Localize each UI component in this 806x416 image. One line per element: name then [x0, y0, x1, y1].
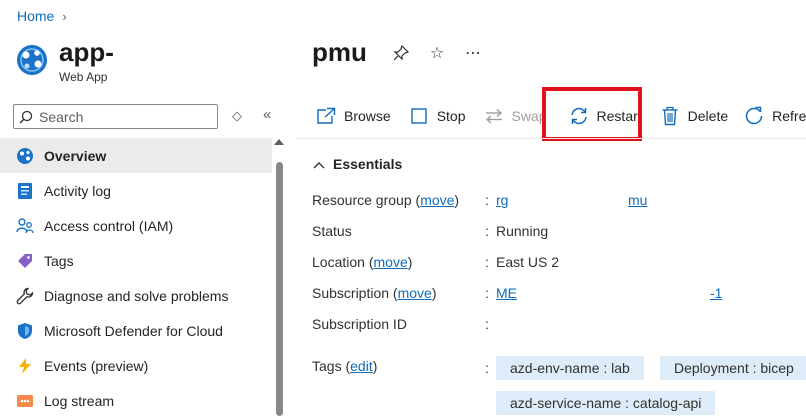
search-input[interactable]	[39, 108, 209, 125]
page-title: pmu	[312, 37, 367, 67]
colon: :	[485, 316, 489, 332]
sidebar-item-overview[interactable]: Overview	[0, 138, 272, 173]
refresh-label: Refresh	[772, 108, 806, 124]
web-app-icon	[16, 147, 34, 165]
edit-link[interactable]: edit	[350, 358, 373, 374]
subscription-link[interactable]: ME	[496, 285, 517, 301]
breadcrumb-home[interactable]: Home	[17, 8, 54, 24]
breadcrumb: Home ›	[17, 8, 67, 24]
tag-chip[interactable]: Deployment : bicep	[660, 356, 806, 380]
scroll-up-icon[interactable]	[274, 139, 284, 145]
subscription-label: Subscription (move)	[312, 285, 437, 301]
refresh-icon	[744, 106, 764, 126]
tag-chip[interactable]: azd-env-name : lab	[496, 356, 644, 380]
sidebar: Overview Activity log Access control (IA…	[0, 138, 272, 416]
move-link[interactable]: move	[374, 254, 408, 270]
resource-group-label-text: Resource group	[312, 192, 412, 208]
sidebar-item-defender[interactable]: Microsoft Defender for Cloud	[0, 313, 272, 348]
sidebar-item-diagnose[interactable]: Diagnose and solve problems	[0, 278, 272, 313]
essentials-heading: Essentials	[333, 156, 403, 172]
colon: :	[485, 192, 489, 208]
stop-icon	[409, 106, 429, 126]
status-label: Status	[312, 223, 352, 239]
people-icon	[16, 217, 34, 235]
sidebar-item-events[interactable]: Events (preview)	[0, 348, 272, 383]
resource-group-link[interactable]: rg	[496, 192, 508, 208]
sidebar-item-label: Microsoft Defender for Cloud	[44, 322, 223, 339]
log-stream-icon	[16, 392, 34, 410]
wrench-icon	[16, 287, 34, 305]
sort-icon[interactable]: ◇	[232, 108, 242, 124]
trash-icon	[660, 106, 680, 126]
sidebar-item-label: Access control (IAM)	[44, 217, 174, 234]
resource-group-label: Resource group (move)	[312, 192, 460, 208]
external-link-icon	[316, 106, 336, 126]
delete-label: Delete	[687, 108, 729, 124]
shield-icon	[16, 322, 34, 340]
resource-group-link-end[interactable]: mu	[628, 192, 647, 208]
app-name: app-	[59, 37, 114, 67]
swap-button[interactable]: Swap	[484, 106, 547, 126]
tag-icon	[16, 252, 34, 270]
stop-button[interactable]: Stop	[409, 106, 466, 126]
lightning-icon	[16, 357, 34, 375]
pin-icon[interactable]	[392, 44, 410, 62]
chevron-right-icon: ›	[62, 8, 67, 24]
sidebar-item-label: Tags	[44, 252, 74, 269]
colon: :	[485, 360, 489, 376]
status-value: Running	[496, 223, 549, 239]
divider	[296, 138, 806, 139]
sidebar-item-label: Overview	[44, 147, 107, 164]
browse-label: Browse	[344, 108, 391, 124]
colon: :	[485, 223, 489, 239]
refresh-button[interactable]: Refresh	[744, 106, 806, 126]
sidebar-item-access-control[interactable]: Access control (IAM)	[0, 208, 272, 243]
collapse-icon[interactable]: «	[263, 106, 271, 123]
more-icon[interactable]: ⋯	[464, 44, 482, 62]
swap-icon	[484, 106, 504, 126]
activity-log-icon	[16, 182, 34, 200]
sidebar-item-label: Events (preview)	[44, 357, 149, 374]
essentials-toggle[interactable]: Essentials	[313, 156, 402, 172]
star-icon[interactable]: ☆	[428, 44, 446, 62]
colon: :	[485, 254, 489, 270]
tags-label-text: Tags	[312, 358, 342, 374]
sidebar-item-label: Diagnose and solve problems	[44, 287, 229, 304]
move-link[interactable]: move	[398, 285, 432, 301]
stop-label: Stop	[436, 108, 466, 124]
scrollbar-thumb[interactable]	[276, 162, 283, 416]
app-type: Web App	[59, 70, 108, 84]
delete-button[interactable]: Delete	[660, 106, 728, 126]
tag-chip[interactable]: azd-service-name : catalog-api	[496, 391, 716, 415]
location-label: Location (move)	[312, 254, 413, 270]
sidebar-item-log-stream[interactable]: Log stream	[0, 383, 272, 416]
search-box[interactable]	[13, 104, 218, 129]
title-actions: ☆ ⋯	[392, 44, 482, 62]
sidebar-item-activity-log[interactable]: Activity log	[0, 173, 272, 208]
search-icon	[19, 110, 33, 123]
web-app-icon	[16, 44, 48, 76]
browse-button[interactable]: Browse	[316, 106, 391, 126]
subscription-id-label: Subscription ID	[312, 316, 407, 332]
colon: :	[485, 285, 489, 301]
subscription-link-end[interactable]: -1	[710, 285, 722, 301]
location-value: East US 2	[496, 254, 560, 270]
sidebar-item-label: Log stream	[44, 392, 115, 409]
subscription-label-text: Subscription	[312, 285, 390, 301]
location-label-text: Location	[312, 254, 365, 270]
chevron-up-icon	[313, 156, 325, 172]
sidebar-item-tags[interactable]: Tags	[0, 243, 272, 278]
sidebar-item-label: Activity log	[44, 182, 111, 199]
tags-label: Tags (edit)	[312, 358, 378, 374]
move-link[interactable]: move	[420, 192, 454, 208]
restart-highlight-box	[542, 87, 642, 141]
